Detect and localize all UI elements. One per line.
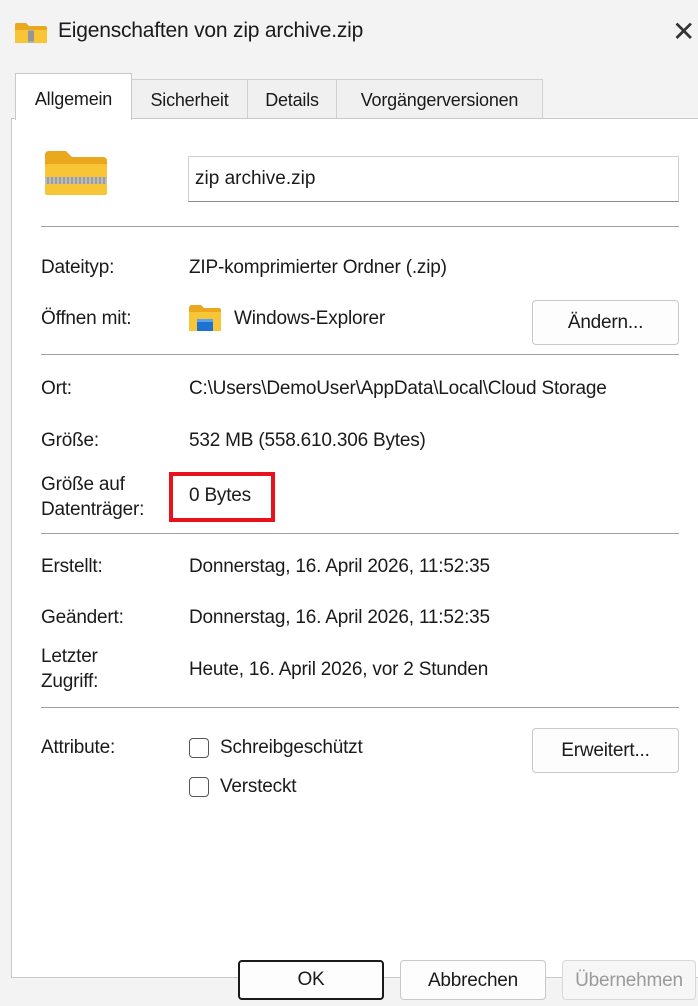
apply-button[interactable]: Übernehmen bbox=[562, 960, 696, 1000]
file-type-value: ZIP-komprimierter Ordner (.zip) bbox=[189, 257, 447, 278]
location-label: Ort: bbox=[41, 378, 72, 399]
location-value: C:\Users\DemoUser\AppData\Local\Cloud St… bbox=[189, 378, 607, 399]
modified-label: Geändert: bbox=[41, 607, 124, 628]
open-with-label: Öffnen mit: bbox=[41, 308, 132, 329]
size-value: 532 MB (558.610.306 Bytes) bbox=[189, 430, 426, 451]
zip-folder-icon bbox=[44, 150, 108, 196]
accessed-value: Heute, 16. April 2026, vor 2 Stunden bbox=[189, 659, 489, 680]
attributes-label: Attribute: bbox=[41, 737, 116, 758]
open-with-value: Windows-Explorer bbox=[234, 308, 385, 329]
change-button[interactable]: Ändern... bbox=[532, 300, 679, 345]
created-label: Erstellt: bbox=[41, 556, 103, 577]
cancel-button[interactable]: Abbrechen bbox=[400, 960, 546, 1000]
modified-value: Donnerstag, 16. April 2026, 11:52:35 bbox=[189, 607, 490, 628]
file-type-label: Dateityp: bbox=[41, 257, 115, 278]
size-on-disk-label-line1: Größe auf bbox=[41, 474, 125, 495]
close-button[interactable]: ✕ bbox=[672, 14, 698, 50]
separator bbox=[41, 707, 679, 708]
readonly-label[interactable]: Schreibgeschützt bbox=[220, 736, 363, 760]
size-on-disk-label-line2: Datenträger: bbox=[41, 499, 145, 520]
accessed-label-line2: Zugriff: bbox=[41, 671, 99, 692]
advanced-button[interactable]: Erweitert... bbox=[532, 728, 679, 773]
readonly-checkbox[interactable] bbox=[189, 738, 209, 758]
zip-folder-icon bbox=[14, 22, 48, 44]
size-on-disk-highlight bbox=[169, 472, 275, 522]
separator bbox=[41, 533, 679, 534]
separator bbox=[41, 354, 679, 355]
file-name-field[interactable] bbox=[188, 156, 679, 202]
tab-sicherheit[interactable]: Sicherheit bbox=[131, 79, 248, 119]
general-tab-panel bbox=[11, 118, 698, 978]
created-value: Donnerstag, 16. April 2026, 11:52:35 bbox=[189, 556, 490, 577]
hidden-label[interactable]: Versteckt bbox=[220, 775, 297, 799]
tab-allgemein[interactable]: Allgemein bbox=[15, 73, 132, 120]
accessed-label-line1: Letzter bbox=[41, 646, 98, 667]
file-explorer-icon bbox=[188, 304, 222, 332]
ok-button[interactable]: OK bbox=[238, 960, 384, 1000]
tab-details[interactable]: Details bbox=[247, 79, 337, 119]
separator bbox=[41, 226, 679, 227]
window-title: Eigenschaften von zip archive.zip bbox=[58, 19, 364, 42]
hidden-checkbox[interactable] bbox=[189, 777, 209, 797]
size-label: Größe: bbox=[41, 430, 99, 451]
tab-vorgaengerversionen[interactable]: Vorgängerversionen bbox=[336, 79, 543, 119]
